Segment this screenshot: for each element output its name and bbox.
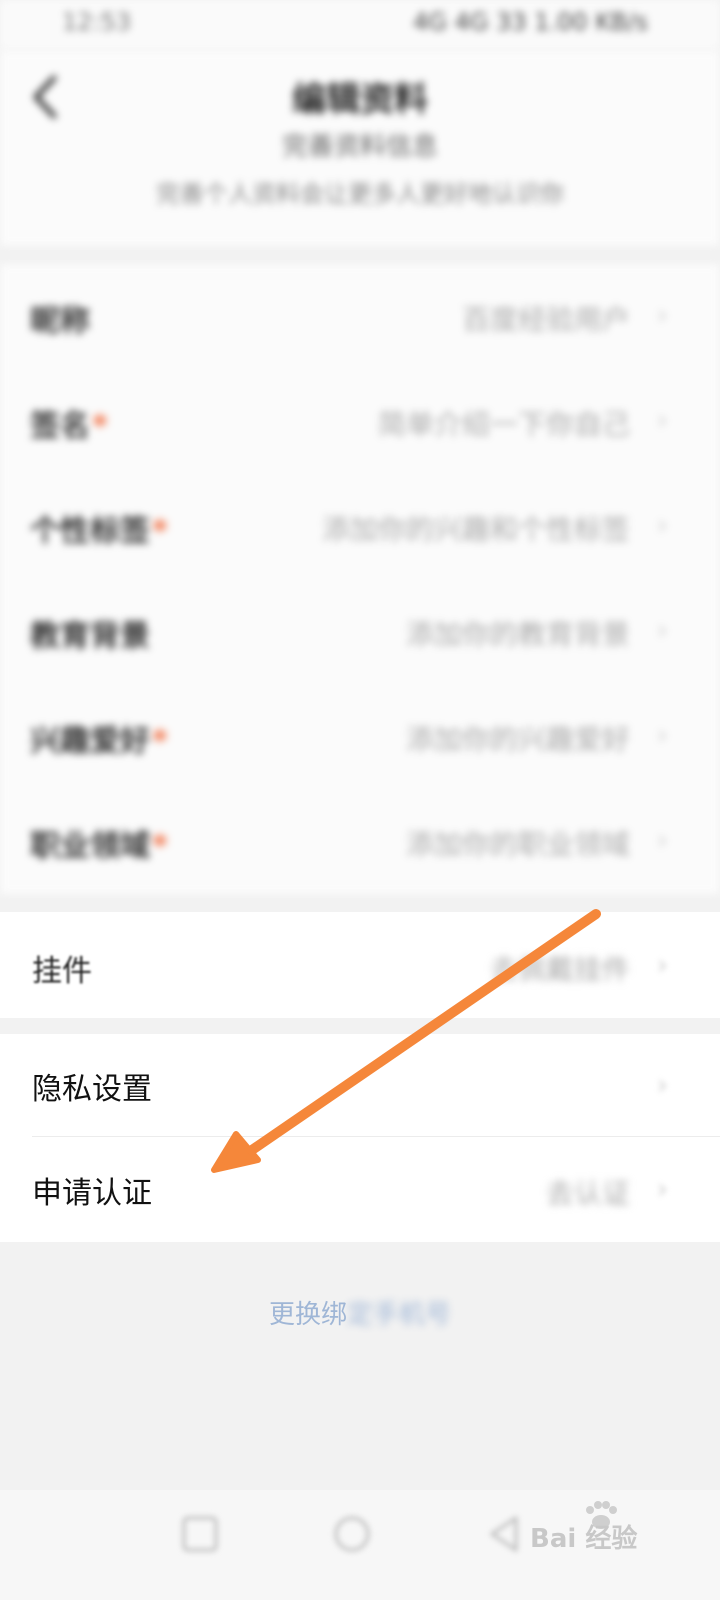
chevron-right-icon: › — [656, 1068, 668, 1101]
info-value: 添加你的职业领域 — [405, 828, 630, 861]
chevron-right-icon: › — [656, 823, 668, 856]
info-row-profession[interactable]: 职业领域* 添加你的职业领域 › — [0, 789, 720, 894]
page-subtitle: 完善资料信息 — [281, 132, 438, 162]
info-value: 添加你的兴趣和个性标签 — [321, 513, 630, 546]
baidu-jingyan-watermark: Bai 经验 — [530, 1500, 680, 1560]
apply-certification-value: 去认证 — [545, 1177, 630, 1210]
pendant-value: 去佩戴挂件 — [489, 953, 630, 986]
divider — [32, 1136, 720, 1137]
info-value: 百度经验用户 — [461, 303, 630, 336]
chevron-right-icon: › — [656, 298, 668, 331]
chevron-right-icon: › — [656, 403, 668, 436]
chevron-right-icon: › — [656, 948, 668, 981]
page-title: 编辑资料 — [292, 80, 428, 120]
profile-info-list: 昵称 百度经验用户 › 签名* 简单介绍一下你自己 › 个性标签* 添加你的兴趣… — [0, 264, 720, 894]
info-label: 签名* — [30, 409, 108, 444]
apply-certification-row[interactable]: 申请认证 去认证 › — [0, 1138, 720, 1242]
info-label: 职业领域* — [30, 829, 168, 864]
chevron-right-icon: › — [656, 508, 668, 541]
pendant-label: 挂件 — [32, 954, 92, 989]
status-indicators: 4G 4G 33 1.00 KB/s — [412, 8, 648, 36]
apply-certification-label: 申请认证 — [32, 1176, 152, 1211]
info-value: 简单介绍一下你自己 — [377, 408, 630, 441]
info-row-signature[interactable]: 签名* 简单介绍一下你自己 › — [0, 369, 720, 474]
info-value: 添加你的兴趣爱好 — [405, 723, 630, 756]
info-row-tags[interactable]: 个性标签* 添加你的兴趣和个性标签 › — [0, 474, 720, 579]
status-bar: 12:53 4G 4G 33 1.00 KB/s — [0, 0, 720, 50]
recents-nav-icon[interactable] — [178, 1512, 222, 1556]
bind-link-text-blurred: 定手机号 — [347, 1300, 452, 1330]
info-label: 昵称 — [30, 304, 90, 339]
info-label: 兴趣爱好* — [30, 724, 168, 759]
privacy-settings-label: 隐私设置 — [32, 1072, 152, 1107]
pendant-row[interactable]: 挂件 去佩戴挂件 › — [0, 912, 720, 1018]
home-nav-icon[interactable] — [330, 1512, 374, 1556]
back-nav-icon[interactable] — [484, 1512, 528, 1556]
status-time: 12:53 — [62, 8, 132, 36]
change-binding-link[interactable]: 更换绑定手机号 — [0, 1294, 720, 1331]
info-row-nickname[interactable]: 昵称 百度经验用户 › — [0, 264, 720, 369]
info-row-education[interactable]: 教育背景 添加你的教育背景 › — [0, 579, 720, 684]
settings-section: 隐私设置 › 申请认证 去认证 › — [0, 1034, 720, 1242]
info-row-interests[interactable]: 兴趣爱好* 添加你的兴趣爱好 › — [0, 684, 720, 789]
watermark-text: Bai 经验 — [530, 1524, 638, 1554]
info-label: 教育背景 — [30, 619, 150, 654]
privacy-settings-row[interactable]: 隐私设置 › — [0, 1034, 720, 1138]
bind-link-text: 更换绑 — [268, 1300, 347, 1330]
info-value: 添加你的教育背景 — [405, 618, 630, 651]
chevron-right-icon: › — [656, 718, 668, 751]
chevron-right-icon: › — [656, 613, 668, 646]
info-label: 个性标签* — [30, 514, 168, 549]
header: 编辑资料 完善资料信息 完善个人资料会让更多人更好地认识你 — [0, 50, 720, 246]
page-description: 完善个人资料会让更多人更好地认识你 — [156, 180, 564, 208]
chevron-right-icon: › — [656, 1172, 668, 1205]
